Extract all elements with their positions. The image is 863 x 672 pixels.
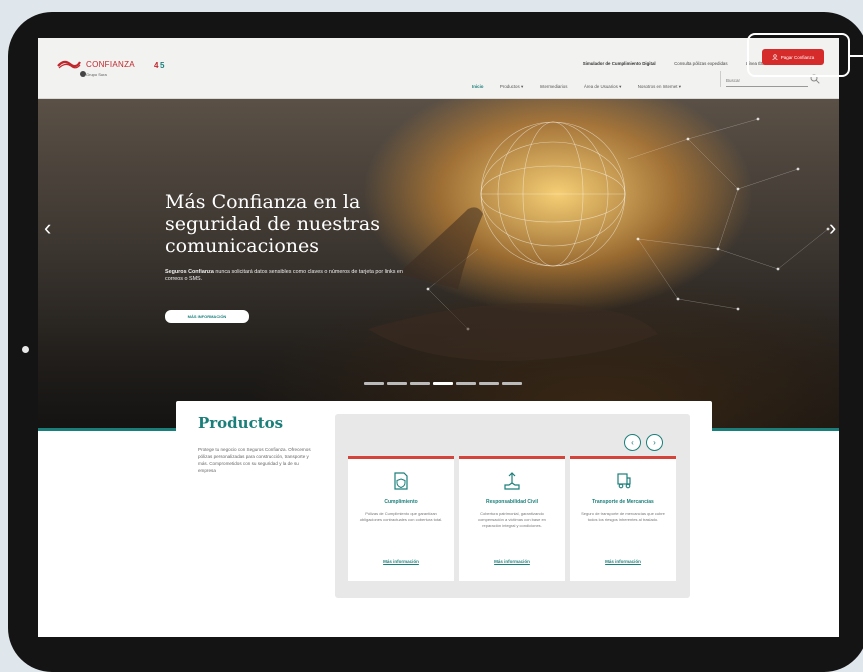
chevron-down-icon: ▾ — [520, 84, 524, 89]
highlight-callout — [747, 33, 850, 77]
product-card-transporte[interactable]: Transporte de Mercancías Seguro de trans… — [570, 456, 676, 581]
nav-divider — [720, 71, 721, 87]
hero-title: Más Confianza en la seguridad de nuestra… — [165, 191, 380, 257]
hero-text: Seguros Confianza nunca solicitará datos… — [165, 269, 405, 283]
top-link-policies[interactable]: Consulta pólizas expedidas — [674, 61, 727, 66]
product-card-link[interactable]: Más información — [348, 559, 454, 564]
products-description: Protege tu negocio con Seguros Confianza… — [198, 447, 311, 473]
product-card-cumplimiento[interactable]: Cumplimiento Pólizas de Cumplimiento que… — [348, 456, 454, 581]
chevron-down-icon: ▾ — [619, 84, 622, 89]
product-card-responsabilidad[interactable]: Responsabilidad Civil Cobertura patrimon… — [459, 456, 565, 581]
nav-item-intermediarios[interactable]: Intermediarios — [540, 84, 568, 89]
camera-icon — [22, 346, 29, 353]
scale-hand-icon — [504, 472, 520, 490]
nav-item-productos[interactable]: Productos ▾ — [500, 84, 523, 89]
product-card-title: Transporte de Mercancías — [592, 499, 654, 505]
confianza-logo-icon — [57, 60, 81, 69]
truck-icon — [617, 473, 631, 489]
nav-label: Nosotros en Internet — [637, 84, 678, 89]
document-shield-icon — [394, 472, 408, 490]
site-header: CONFIANZA Grupo Sura 4 5 Simulador de Cu… — [38, 38, 839, 99]
brand-name: CONFIANZA — [86, 60, 135, 69]
nav-item-nosotros[interactable]: Nosotros en Internet ▾ — [638, 84, 681, 89]
products-carousel: ‹ › Cumplimiento Pólizas de Cumplimiento… — [335, 414, 690, 598]
slide-dot-active[interactable] — [433, 382, 453, 385]
browser-viewport: CONFIANZA Grupo Sura 4 5 Simulador de Cu… — [38, 38, 839, 637]
slide-dot[interactable] — [502, 382, 522, 385]
top-link-simulator[interactable]: Simulador de Cumplimiento Digital — [583, 61, 656, 66]
main-nav: Inicio Productos ▾ Intermediarios Área d… — [472, 75, 693, 89]
product-card-description: Seguro de transporte de mercancías que c… — [581, 511, 665, 522]
slide-dot[interactable] — [479, 382, 499, 385]
slide-dot[interactable] — [364, 382, 384, 385]
products-title: Productos — [198, 414, 284, 432]
callout-pointer — [850, 55, 863, 57]
hero-text-strong: Seguros Confianza — [165, 269, 214, 275]
more-info-button[interactable]: MÁS INFORMACIÓN — [165, 310, 249, 323]
product-card-description: Cobertura patrimonial, garantizando comp… — [478, 511, 546, 528]
brand-sub: Grupo Sura — [86, 72, 107, 77]
svg-text:5: 5 — [160, 61, 165, 70]
nav-item-inicio[interactable]: Inicio — [472, 84, 483, 89]
hero-banner: ‹ › Más Confianza en la seguridad de nue… — [38, 99, 839, 430]
carousel-next-button[interactable]: › — [646, 434, 663, 451]
nav-item-usuarios[interactable]: Área de Usuarios ▾ — [584, 84, 621, 89]
nav-label: Área de Usuarios — [583, 84, 618, 89]
product-card-title: Cumplimiento — [384, 499, 418, 505]
anniversary-badge-icon: 4 5 — [154, 61, 165, 70]
carousel-next-icon[interactable]: › — [829, 217, 836, 239]
carousel-prev-icon[interactable]: ‹ — [44, 217, 51, 239]
slide-dot[interactable] — [387, 382, 407, 385]
nav-label: Productos — [499, 84, 520, 89]
product-card-link[interactable]: Más información — [459, 559, 565, 564]
carousel-prev-button[interactable]: ‹ — [624, 434, 641, 451]
globe-network-illustration — [368, 117, 830, 361]
product-card-title: Responsabilidad Civil — [486, 499, 538, 505]
svg-text:4: 4 — [154, 61, 159, 70]
product-card-link[interactable]: Más información — [570, 559, 676, 564]
slide-dot[interactable] — [410, 382, 430, 385]
top-links: Simulador de Cumplimiento Digital Consul… — [569, 52, 767, 66]
slide-dot[interactable] — [456, 382, 476, 385]
product-card-description: Pólizas de Cumplimiento que garantizan o… — [359, 511, 443, 522]
chevron-down-icon: ▾ — [678, 84, 681, 89]
slide-indicators — [364, 382, 522, 385]
